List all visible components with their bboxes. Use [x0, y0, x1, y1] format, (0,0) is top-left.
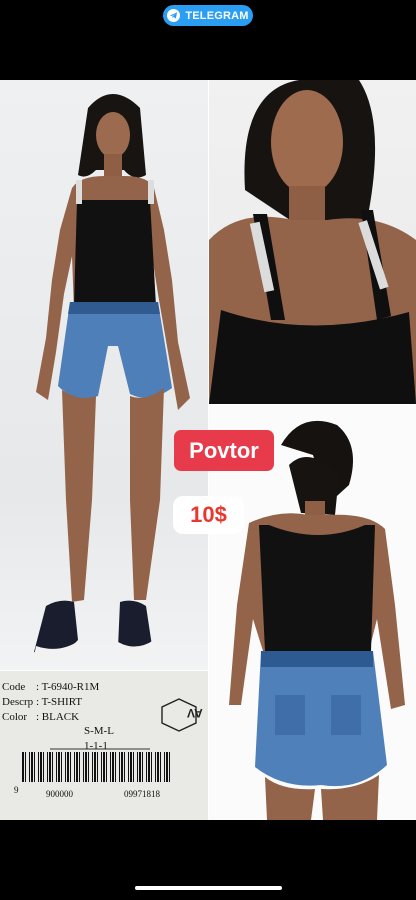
barcode-number-mid: 900000 — [46, 789, 73, 799]
home-indicator[interactable] — [135, 886, 282, 890]
front-full-body-photo — [0, 80, 208, 670]
tag-key: Descrp — [2, 696, 34, 708]
barcode-number-right: 09971818 — [124, 789, 160, 799]
price-label: 10$ — [173, 496, 244, 534]
closeup-portrait-photo — [209, 80, 416, 404]
telegram-label: TELEGRAM — [185, 9, 249, 22]
telegram-icon — [167, 9, 181, 22]
brand-logo-mark: AV — [187, 706, 203, 720]
barcode — [22, 752, 172, 782]
tag-key: Color — [2, 711, 28, 723]
tag-row-color: Color : BLACK — [2, 711, 79, 723]
tag-value: : T-SHIRT — [36, 696, 83, 708]
tag-value: : T-6940-R1M — [36, 681, 100, 693]
barcode-digit-left: 9 — [14, 785, 19, 795]
tag-key: Code — [2, 681, 26, 693]
product-collage: AV Povtor 10$ Code : T-6940-R1M Descrp: T… — [0, 80, 416, 820]
tag-row-description: Descrp: T-SHIRT — [2, 696, 82, 708]
telegram-badge[interactable]: TELEGRAM — [163, 5, 253, 26]
tag-row-code: Code : T-6940-R1M — [2, 681, 99, 693]
brand-label: Povtor — [174, 430, 274, 471]
tag-value: : BLACK — [36, 711, 80, 723]
tag-size-range: S-M-L — [84, 725, 114, 737]
tag-size-ratio: 1-1-1 — [84, 740, 108, 752]
